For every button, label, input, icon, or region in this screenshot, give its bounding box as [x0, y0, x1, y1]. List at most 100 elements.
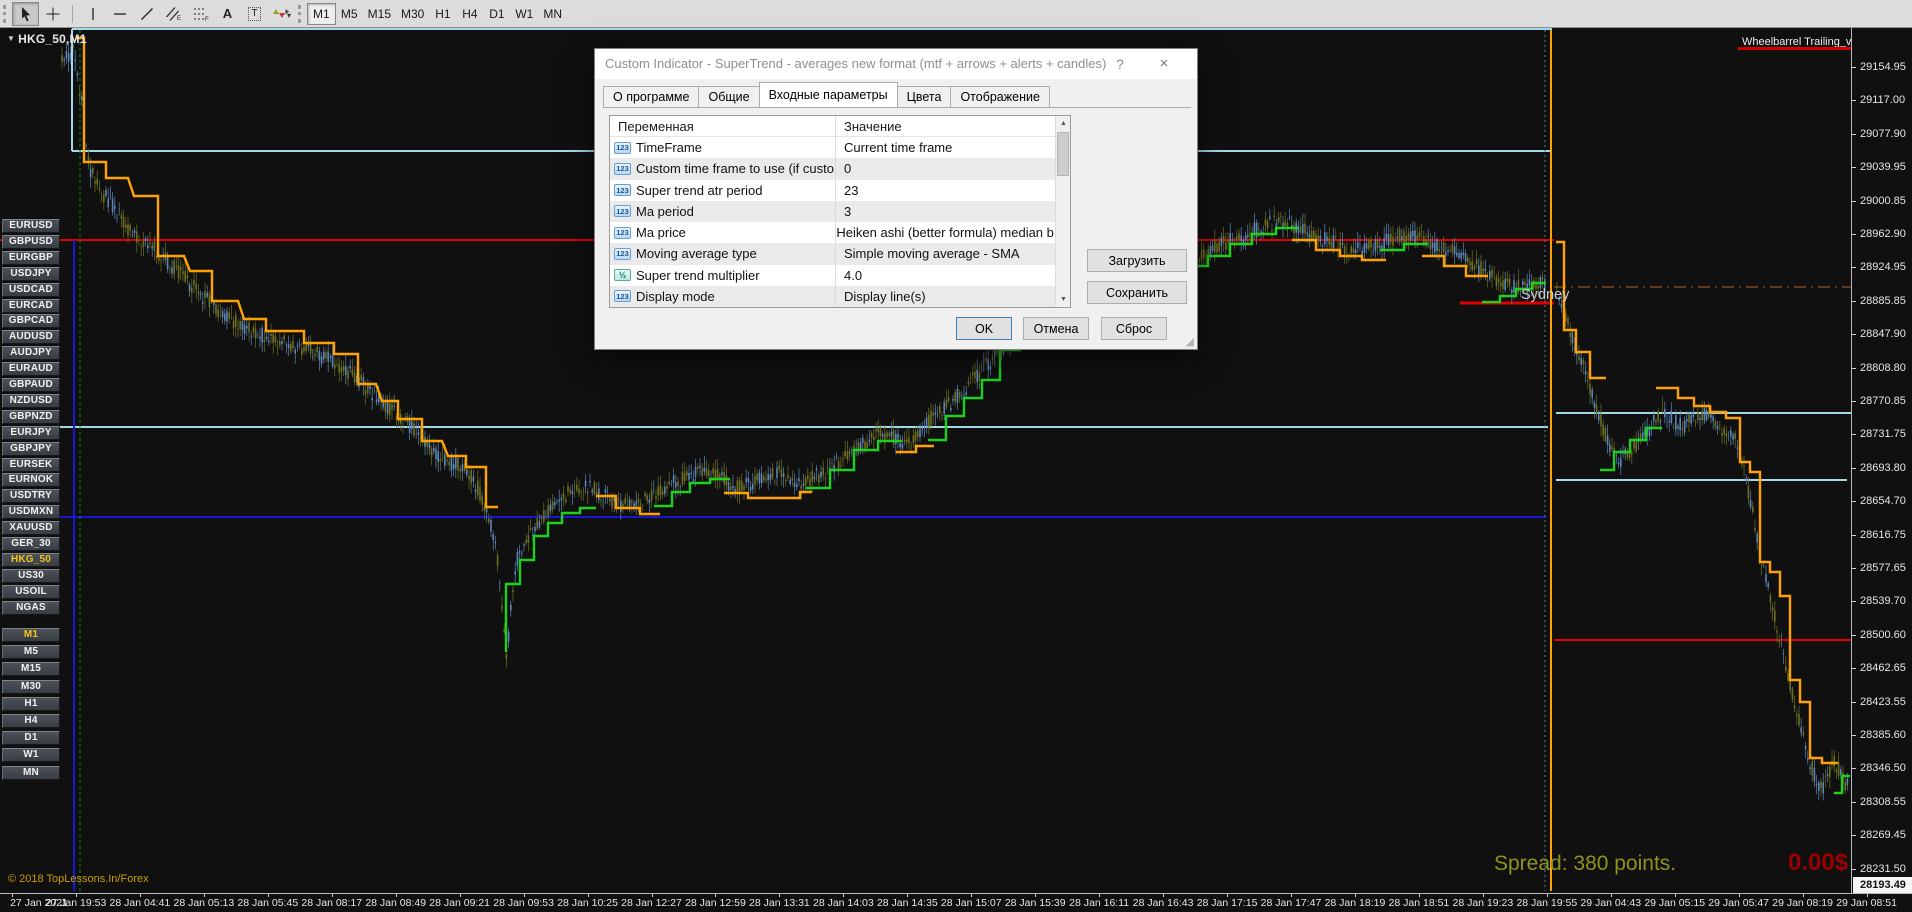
price-tick: [1852, 634, 1856, 636]
text-tool-icon[interactable]: A: [214, 2, 241, 26]
param-value[interactable]: Current time frame: [835, 140, 952, 155]
scroll-up-icon[interactable]: ▲: [1056, 116, 1071, 131]
timeframe-button-d1[interactable]: D1: [2, 731, 60, 746]
equidistant-channel-tool-icon[interactable]: E: [160, 2, 187, 26]
timeframe-button-m5[interactable]: M5: [2, 645, 60, 660]
symbol-button-usoil[interactable]: USOIL: [2, 584, 60, 599]
price-tick: [1852, 133, 1856, 135]
symbol-button-audjpy[interactable]: AUDJPY: [2, 346, 60, 361]
symbol-button-gbpjpy[interactable]: GBPJPY: [2, 441, 60, 456]
price-tick: [1852, 868, 1856, 870]
symbol-button-ngas[interactable]: NGAS: [2, 600, 60, 615]
chevron-down-icon: ▼: [7, 34, 16, 43]
symbol-button-ger_30[interactable]: GER_30: [2, 537, 60, 551]
param-row[interactable]: 123 Ma period 3: [610, 200, 1056, 222]
symbol-button-usdjpy[interactable]: USDJPY: [2, 266, 60, 281]
chart-symbol-label[interactable]: ▼ HKG_50,M1: [7, 32, 87, 46]
symbol-button-eurjpy[interactable]: EURJPY: [2, 425, 60, 440]
timeframe-button-mn[interactable]: MN: [2, 765, 60, 780]
param-value[interactable]: Simple moving average - SMA: [835, 246, 1020, 261]
timeframe-button-m15[interactable]: M15: [2, 662, 60, 677]
dialog-titlebar[interactable]: Custom Indicator - SuperTrend - averages…: [595, 49, 1197, 79]
symbol-button-eurcad[interactable]: EURCAD: [2, 298, 60, 313]
arrows-tool-icon[interactable]: ▾: [268, 2, 295, 26]
toolbar-timeframe-m15[interactable]: M15: [363, 3, 396, 25]
symbol-button-gbpaud[interactable]: GBPAUD: [2, 378, 60, 392]
tab-о-программе[interactable]: О программе: [603, 86, 700, 107]
trendline-tool-icon[interactable]: [133, 2, 160, 26]
symbol-button-hkg_50[interactable]: HKG_50: [2, 552, 60, 567]
param-value[interactable]: 3: [835, 204, 851, 219]
save-button[interactable]: Сохранить: [1087, 281, 1187, 304]
timeframe-button-w1[interactable]: W1: [2, 748, 60, 763]
toolbar-timeframe-mn[interactable]: MN: [538, 3, 567, 25]
load-button[interactable]: Загрузить: [1087, 249, 1187, 272]
toolbar-timeframe-w1[interactable]: W1: [510, 3, 538, 25]
symbol-button-eurgbp[interactable]: EURGBP: [2, 250, 60, 265]
symbol-button-eurnok[interactable]: EURNOK: [2, 473, 60, 488]
toolbar-timeframe-m5[interactable]: M5: [336, 3, 363, 25]
price-label: 28924.95: [1860, 261, 1906, 274]
symbol-button-usdtry[interactable]: USDTRY: [2, 489, 60, 504]
symbol-button-usdmxn[interactable]: USDMXN: [2, 505, 60, 520]
symbol-button-euraud[interactable]: EURAUD: [2, 362, 60, 377]
param-row[interactable]: 123 Super trend atr period 23: [610, 180, 1056, 201]
timeframe-button-h4[interactable]: H4: [2, 714, 60, 728]
symbol-button-usdcad[interactable]: USDCAD: [2, 282, 60, 297]
scroll-down-icon[interactable]: ▼: [1056, 292, 1071, 307]
param-row[interactable]: 123 Moving average type Simple moving aver…: [610, 243, 1056, 265]
symbol-button-gbpusd[interactable]: GBPUSD: [2, 234, 60, 249]
toolbar-timeframe-m1[interactable]: M1: [307, 2, 336, 25]
timeframe-button-h1[interactable]: H1: [2, 696, 60, 711]
fibonacci-tool-icon[interactable]: F: [187, 2, 214, 26]
table-scrollbar[interactable]: ▲ ▼: [1055, 116, 1070, 307]
price-axis[interactable]: 28193.49 29154.95 29117.00 29077.90 29039.9…: [1851, 28, 1912, 893]
symbol-button-us30[interactable]: US30: [2, 568, 60, 583]
param-row[interactable]: 123 Display mode Display line(s): [610, 285, 1056, 307]
scrollbar-thumb[interactable]: [1057, 132, 1069, 176]
ok-button[interactable]: OK: [956, 317, 1012, 340]
tab-входные-параметры[interactable]: Входные параметры: [758, 82, 898, 107]
symbol-button-nzdusd[interactable]: NZDUSD: [2, 393, 60, 408]
symbol-button-xauusd[interactable]: XAUUSD: [2, 521, 60, 536]
horizontal-line-tool-icon[interactable]: [106, 2, 133, 26]
timeframe-button-m30[interactable]: M30: [2, 679, 60, 694]
toolbar-timeframe-d1[interactable]: D1: [483, 3, 510, 25]
param-row[interactable]: 123 Ma price Heiken ashi (better formula) …: [610, 222, 1056, 243]
resize-grip[interactable]: ◢: [1186, 335, 1194, 348]
time-axis[interactable]: 27 Jan 2021 27 Jan 19:53 28 Jan 04:41 28 Ja…: [0, 893, 1912, 912]
tab-отображение[interactable]: Отображение: [950, 86, 1050, 107]
param-row[interactable]: 123 Custom time frame to use (if custo...…: [610, 158, 1056, 180]
symbol-button-eurusd[interactable]: EURUSD: [2, 219, 60, 233]
help-button[interactable]: ?: [1105, 49, 1135, 79]
dialog-title: Custom Indicator - SuperTrend - averages…: [605, 56, 1107, 71]
header-variable: Переменная: [618, 118, 694, 134]
price-tick: [1852, 434, 1856, 436]
symbol-button-gbpnzd[interactable]: GBPNZD: [2, 409, 60, 424]
toolbar-timeframe-h4[interactable]: H4: [456, 3, 483, 25]
text-label-tool-icon[interactable]: T: [241, 2, 268, 26]
crosshair-tool-icon[interactable]: [39, 2, 66, 26]
cancel-button[interactable]: Отмена: [1023, 317, 1089, 340]
symbol-button-eursek[interactable]: EURSEK: [2, 457, 60, 472]
param-value[interactable]: 23: [835, 183, 858, 198]
toolbar-timeframe-h1[interactable]: H1: [429, 3, 456, 25]
param-row[interactable]: ½ Super trend multiplier 4.0: [610, 265, 1056, 286]
symbol-button-gbpcad[interactable]: GBPCAD: [2, 314, 60, 329]
cursor-tool-icon[interactable]: [12, 1, 39, 26]
param-name: Display mode: [636, 288, 715, 304]
reset-button[interactable]: Сброс: [1101, 317, 1167, 340]
param-value[interactable]: Display line(s): [835, 289, 926, 304]
price-tick: [1852, 568, 1856, 569]
vertical-line-tool-icon[interactable]: [79, 2, 106, 26]
timeframe-button-m1[interactable]: M1: [2, 628, 60, 642]
symbol-button-audusd[interactable]: AUDUSD: [2, 330, 60, 345]
param-value[interactable]: 0: [835, 161, 851, 176]
param-value[interactable]: 4.0: [835, 268, 862, 283]
toolbar-timeframe-m30[interactable]: M30: [396, 3, 429, 25]
close-icon[interactable]: ×: [1147, 49, 1181, 79]
tab-цвета[interactable]: Цвета: [896, 86, 952, 107]
tab-общие[interactable]: Общие: [698, 86, 760, 107]
param-value[interactable]: Heiken ashi (better formula) median b...: [827, 225, 1056, 240]
param-row[interactable]: 123 TimeFrame Current time frame: [610, 137, 1056, 158]
